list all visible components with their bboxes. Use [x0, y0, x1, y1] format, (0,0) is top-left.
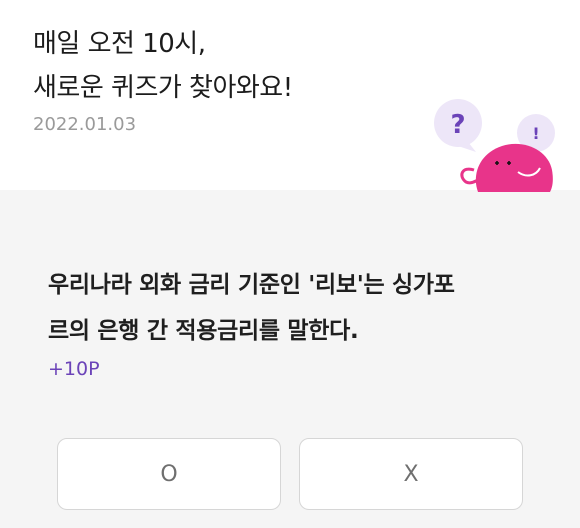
headline-line-2: 새로운 퀴즈가 찾아와요! [33, 73, 293, 103]
exclamation-mark-icon: ! [532, 124, 539, 143]
quiz-question: 우리나라 외화 금리 기준인 '리보'는 싱가포 르의 은행 간 적용금리를 말… [48, 262, 548, 354]
mascot-arm [460, 167, 479, 185]
quiz-mascot-illustration: ? ! [434, 99, 555, 192]
headline-line-1: 매일 오전 10시, [33, 29, 206, 59]
header-section: 매일 오전 10시, 새로운 퀴즈가 찾아와요! 2022.01.03 ? ! [0, 0, 580, 192]
question-mark-icon: ? [450, 110, 465, 140]
reward-points: +10P [48, 358, 100, 380]
answer-o-button[interactable]: O [57, 438, 281, 510]
answer-x-label: X [403, 461, 419, 487]
answer-x-button[interactable]: X [299, 438, 523, 510]
answer-o-label: O [160, 461, 178, 487]
question-line-2: 르의 은행 간 적용금리를 말한다. [48, 318, 359, 344]
question-line-1: 우리나라 외화 금리 기준인 '리보'는 싱가포 [48, 272, 455, 298]
headline: 매일 오전 10시, 새로운 퀴즈가 찾아와요! [33, 22, 293, 110]
quiz-date: 2022.01.03 [33, 114, 137, 135]
